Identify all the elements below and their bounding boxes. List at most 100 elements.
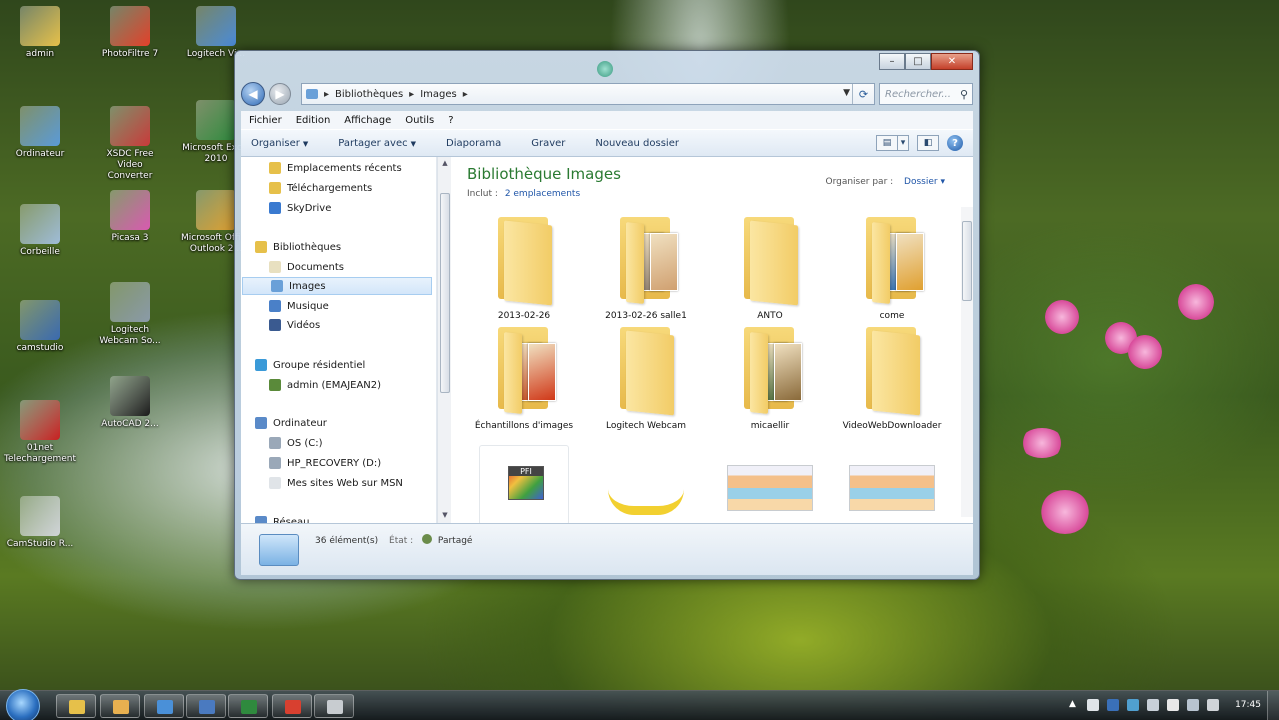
nav-item-computer[interactable]: Ordinateur: [255, 414, 327, 432]
menu-edition[interactable]: Edition: [296, 115, 331, 126]
nav-item-homegroup[interactable]: Groupe résidentiel: [255, 356, 365, 374]
file-item[interactable]: PFI: [469, 445, 579, 523]
nav-item-skydrive[interactable]: SkyDrive: [269, 199, 331, 217]
slideshow-button[interactable]: Diaporama: [446, 138, 501, 149]
desktop-shortcut[interactable]: PhotoFiltre 7: [94, 6, 166, 60]
nav-item-libraries[interactable]: Bibliothèques: [255, 238, 341, 256]
arrange-dropdown[interactable]: Dossier ▾: [904, 177, 945, 187]
nav-item-images[interactable]: Images: [242, 277, 432, 295]
desktop-shortcut[interactable]: AutoCAD 2...: [94, 376, 166, 430]
tray-app-icon[interactable]: [1147, 699, 1159, 711]
refresh-icon[interactable]: ⟳: [852, 84, 874, 104]
share-with-button[interactable]: Partager avec ▼: [338, 138, 416, 149]
help-icon[interactable]: ?: [947, 135, 963, 151]
action-center-icon[interactable]: [1167, 699, 1179, 711]
webcam-icon: [110, 282, 150, 322]
taskbar-app-button[interactable]: [100, 694, 140, 718]
nav-item-network[interactable]: Réseau: [255, 513, 309, 523]
screenshot-thumbnail: [849, 465, 935, 511]
details-pane: 36 élément(s) État : Partagé: [241, 523, 973, 575]
recent-places-icon: [269, 162, 281, 174]
desktop-shortcut[interactable]: Corbeille: [4, 204, 76, 258]
nav-item-videos[interactable]: Vidéos: [269, 316, 320, 334]
nav-item-msn-sites[interactable]: Mes sites Web sur MSN: [269, 474, 403, 492]
view-dropdown-icon[interactable]: ▾: [897, 135, 909, 151]
taskbar-app-button[interactable]: [186, 694, 226, 718]
change-view-button[interactable]: ▤: [876, 135, 898, 151]
search-input[interactable]: Rechercher... ⚲: [879, 83, 973, 105]
search-icon[interactable]: ⚲: [960, 88, 968, 101]
nav-item-documents[interactable]: Documents: [269, 258, 344, 276]
nav-item-user[interactable]: admin (EMAJEAN2): [269, 376, 381, 394]
tray-app-icon[interactable]: [1107, 699, 1119, 711]
scrollbar-thumb[interactable]: [962, 221, 972, 301]
taskbar-app-button[interactable]: [228, 694, 268, 718]
menu-fichier[interactable]: Fichier: [249, 115, 282, 126]
back-button[interactable]: ◀: [241, 82, 265, 106]
menu-affichage[interactable]: Affichage: [344, 115, 391, 126]
file-view-scrollbar[interactable]: [961, 207, 973, 517]
maximize-button[interactable]: □: [905, 53, 931, 70]
address-bar[interactable]: ▸ Bibliothèques ▸ Images ▸ ▼ ⟳: [301, 83, 875, 105]
network-icon[interactable]: [1187, 699, 1199, 711]
taskbar-app-button[interactable]: [272, 694, 312, 718]
menu-help[interactable]: ?: [448, 115, 453, 126]
new-folder-button[interactable]: Nouveau dossier: [595, 138, 679, 149]
tray-app-icon[interactable]: [1127, 699, 1139, 711]
breadcrumb-libraries[interactable]: Bibliothèques: [335, 89, 403, 100]
desktop-shortcut[interactable]: Logitech Webcam So...: [94, 282, 166, 347]
close-button[interactable]: ✕: [931, 53, 973, 70]
locations-link[interactable]: 2 emplacements: [505, 189, 580, 199]
file-item[interactable]: [837, 445, 947, 511]
folder-item[interactable]: come: [837, 215, 947, 322]
file-item[interactable]: [591, 445, 701, 523]
file-item[interactable]: [715, 445, 825, 511]
title-bar[interactable]: – □ ✕: [235, 51, 979, 81]
desktop-shortcut[interactable]: camstudio: [4, 300, 76, 354]
clock[interactable]: 17:45: [1235, 700, 1261, 710]
volume-icon[interactable]: [1207, 699, 1219, 711]
nav-item-downloads[interactable]: Téléchargements: [269, 179, 372, 197]
preview-pane-button[interactable]: ◧: [917, 135, 939, 151]
desktop-shortcut-label: CamStudio R...: [6, 539, 74, 549]
scrollbar-thumb[interactable]: [440, 193, 450, 393]
tray-arrow-icon[interactable]: ▲: [1069, 699, 1079, 711]
nav-item-music[interactable]: Musique: [269, 297, 329, 315]
folder-item[interactable]: Échantillons d'images: [469, 325, 579, 432]
desktop-shortcut[interactable]: Ordinateur: [4, 106, 76, 160]
taskbar-app-button[interactable]: [144, 694, 184, 718]
start-button[interactable]: [6, 689, 40, 720]
folder-item[interactable]: Logitech Webcam: [591, 325, 701, 432]
scroll-down-icon[interactable]: ▼: [440, 511, 450, 521]
address-dropdown-icon[interactable]: ▼: [843, 88, 850, 98]
desktop-shortcut[interactable]: XSDC Free Video Converter: [94, 106, 166, 182]
breadcrumb-images[interactable]: Images: [420, 89, 457, 100]
taskbar-app-button[interactable]: [314, 694, 354, 718]
folder-item[interactable]: ANTO: [715, 215, 825, 322]
show-desktop-button[interactable]: [1267, 691, 1279, 720]
folder-icon: [113, 700, 129, 714]
burn-button[interactable]: Graver: [531, 138, 565, 149]
tray-app-icon[interactable]: [1087, 699, 1099, 711]
desktop-shortcut[interactable]: 01net Telechargement: [4, 400, 76, 465]
nav-item-drive-c[interactable]: OS (C:): [269, 434, 323, 452]
organize-button[interactable]: Organiser ▼: [251, 138, 308, 149]
library-includes: Inclut : 2 emplacements: [467, 189, 580, 199]
nav-item-recent-places[interactable]: Emplacements récents: [269, 159, 402, 177]
desktop-shortcut[interactable]: Picasa 3: [94, 190, 166, 244]
status-text: 36 élément(s) État : Partagé: [315, 534, 472, 546]
nav-item-drive-d[interactable]: HP_RECOVERY (D:): [269, 454, 381, 472]
taskbar-app-button[interactable]: [56, 694, 96, 718]
minimize-button[interactable]: –: [879, 53, 905, 70]
folder-item[interactable]: micaellir: [715, 325, 825, 432]
navigation-scrollbar[interactable]: ▲ ▼: [437, 157, 451, 523]
folder-name: 2013-02-26: [497, 311, 551, 321]
folder-item[interactable]: VideoWebDownloader: [837, 325, 947, 432]
scroll-up-icon[interactable]: ▲: [440, 159, 450, 169]
desktop-shortcut[interactable]: admin: [4, 6, 76, 60]
folder-item[interactable]: 2013-02-26: [469, 215, 579, 322]
forward-button[interactable]: ▶: [269, 83, 291, 105]
menu-outils[interactable]: Outils: [405, 115, 434, 126]
folder-item[interactable]: 2013-02-26 salle1: [591, 215, 701, 322]
desktop-shortcut[interactable]: CamStudio R...: [4, 496, 76, 550]
